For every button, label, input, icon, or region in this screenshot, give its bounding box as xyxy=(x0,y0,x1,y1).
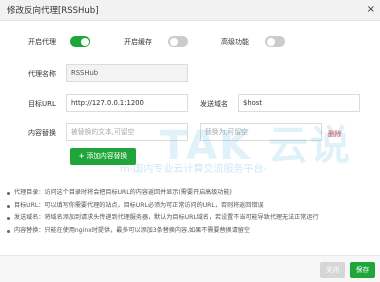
send-domain-label: 发送域名 xyxy=(200,100,228,108)
help-note: 目标URL：可以填写你需要代理的站点，目标URL必须为可正常访问的URL，否则将… xyxy=(5,200,377,213)
advanced-label: 高级功能 xyxy=(221,38,249,46)
add-content-replace-label: 添加内容替换 xyxy=(86,152,128,160)
dialog-title-bar: 修改反向代理[RSSHub] × xyxy=(0,0,380,21)
target-url-field[interactable]: http://127.0.0.1:1200 xyxy=(66,94,188,112)
target-url-label: 目标URL xyxy=(28,100,56,108)
help-note: 代理目录：访问这个目录时将会把目标URL的内容返回并显示(需要开启高级功能) xyxy=(5,187,377,200)
proxy-name-field[interactable]: RSSHub xyxy=(66,64,188,82)
watermark-tagline: m-国内专业云计算交流服务平台- xyxy=(120,164,267,175)
enable-proxy-label: 开启代理 xyxy=(28,38,56,46)
plus-icon: + xyxy=(78,152,85,160)
save-button[interactable]: 保存 xyxy=(350,262,375,278)
toggle-knob xyxy=(266,37,275,46)
help-note: 发送域名：将域名添加到请求头传递到代理服务器，默认为目标URL域名，若设置不当可… xyxy=(5,212,377,225)
enable-cache-label: 开启缓存 xyxy=(124,38,152,46)
send-domain-field[interactable]: $host xyxy=(238,94,360,112)
advanced-toggle[interactable] xyxy=(265,36,285,47)
dialog-title: 修改反向代理[RSSHub] xyxy=(7,6,99,16)
help-notes-list: 代理目录：访问这个目录时将会把目标URL的内容返回并显示(需要开启高级功能) 目… xyxy=(5,187,377,237)
help-note: 内容替换：只能在使用nginx时提供，最多可以添加3条替换内容,如果不需要替换请… xyxy=(5,225,377,238)
proxy-name-label: 代理名称 xyxy=(28,70,56,78)
enable-proxy-toggle[interactable] xyxy=(70,36,90,47)
toggle-knob xyxy=(169,37,178,46)
close-icon[interactable]: × xyxy=(367,3,375,17)
toggle-knob xyxy=(80,37,89,46)
content-replace-label: 内容替换 xyxy=(28,129,56,137)
enable-cache-toggle[interactable] xyxy=(168,36,188,47)
dialog-footer: 关闭 保存 xyxy=(0,255,380,282)
close-button[interactable]: 关闭 xyxy=(320,262,345,278)
